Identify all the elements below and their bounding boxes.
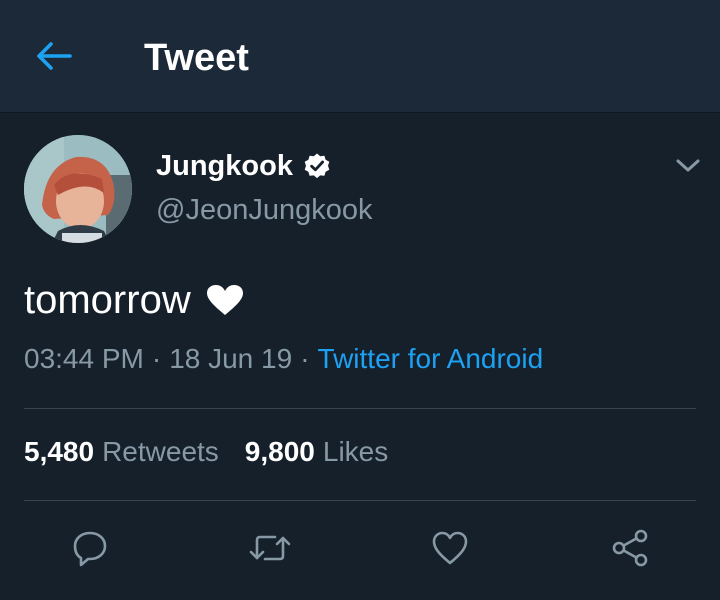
like-icon (432, 531, 468, 565)
meta-separator: · (300, 343, 310, 374)
share-button[interactable] (608, 526, 652, 570)
tweet-options-button[interactable] (668, 148, 708, 184)
meta-separator: · (151, 343, 162, 374)
retweets-stat[interactable]: 5,480 Retweets (24, 436, 219, 468)
display-name[interactable]: Jungkook (156, 150, 293, 183)
likes-count: 9,800 (244, 436, 315, 467)
divider (24, 408, 696, 409)
reply-icon (73, 531, 107, 567)
tweet-text: tomorrow (24, 277, 191, 322)
author-name-row[interactable]: Jungkook (156, 146, 331, 186)
share-icon (612, 529, 648, 567)
verified-badge-icon (304, 153, 330, 179)
avatar[interactable] (24, 135, 132, 243)
tweet-meta: 03:44 PM · 18 Jun 19 · Twitter for Android (24, 343, 543, 375)
likes-stat[interactable]: 9,800 Likes (245, 436, 388, 468)
avatar-photo (24, 135, 132, 243)
tweet-detail-screen: Tweet Jungkook @JeonJungkook tomorrow 03… (0, 0, 720, 600)
tweet-time: 03:44 PM (24, 343, 144, 374)
likes-label: Likes (322, 436, 389, 467)
top-app-bar: Tweet (0, 0, 720, 112)
chevron-down-icon (676, 159, 700, 172)
heart-emoji-icon (206, 285, 243, 315)
page-title: Tweet (144, 37, 249, 79)
author-handle[interactable]: @JeonJungkook (156, 194, 372, 227)
retweet-button[interactable] (248, 526, 292, 570)
arrow-left-icon (37, 42, 72, 70)
back-button[interactable] (24, 32, 84, 80)
tweet-source-link[interactable]: Twitter for Android (318, 343, 544, 374)
tweet-stats: 5,480 Retweets 9,800 Likes (24, 436, 414, 468)
tweet-date: 18 Jun 19 (169, 343, 293, 374)
divider (24, 500, 696, 501)
retweet-icon (249, 535, 291, 561)
retweets-label: Retweets (102, 436, 219, 467)
tweet-body: tomorrow (24, 272, 245, 328)
reply-button[interactable] (68, 526, 112, 570)
tweet-actions (0, 520, 720, 576)
retweets-count: 5,480 (24, 436, 95, 467)
like-button[interactable] (428, 526, 472, 570)
